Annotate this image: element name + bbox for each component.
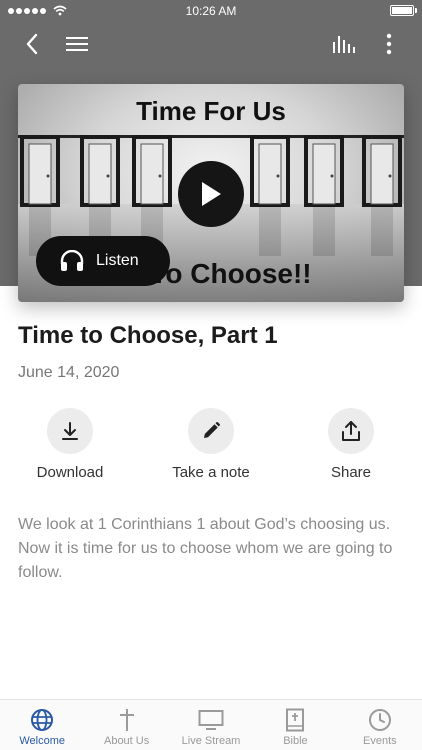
share-action[interactable]: Share bbox=[291, 408, 411, 481]
clock-icon bbox=[368, 709, 391, 731]
play-icon bbox=[202, 182, 221, 206]
more-vertical-icon bbox=[386, 33, 392, 55]
audio-levels-icon bbox=[333, 36, 355, 53]
take-note-action[interactable]: Take a note bbox=[151, 408, 271, 481]
listen-button[interactable]: Listen bbox=[36, 236, 170, 286]
chevron-left-icon bbox=[26, 33, 38, 55]
tab-bar: Welcome About Us Live Stream Bible Event… bbox=[0, 699, 422, 750]
status-time: 10:26 AM bbox=[185, 4, 237, 18]
status-bar: 10:26 AM bbox=[0, 0, 422, 22]
tab-about-us-label: About Us bbox=[103, 735, 150, 747]
tab-live-stream[interactable]: Live Stream bbox=[169, 700, 253, 750]
globe-icon bbox=[31, 709, 54, 731]
sermon-title: Time to Choose, Part 1 bbox=[18, 322, 278, 349]
audio-levels-button[interactable] bbox=[328, 28, 360, 60]
menu-button[interactable] bbox=[61, 28, 93, 60]
more-options-button[interactable] bbox=[373, 28, 405, 60]
hamburger-menu-icon bbox=[66, 37, 88, 51]
tab-about-us[interactable]: About Us bbox=[84, 700, 168, 750]
download-button[interactable] bbox=[47, 408, 93, 454]
tab-bible[interactable]: Bible bbox=[253, 700, 337, 750]
play-button[interactable] bbox=[178, 161, 244, 227]
download-label: Download bbox=[36, 464, 104, 481]
sermon-description: We look at 1 Corinthians 1 about God’s c… bbox=[18, 516, 393, 581]
share-button[interactable] bbox=[328, 408, 374, 454]
tab-events[interactable]: Events bbox=[338, 700, 422, 750]
download-action[interactable]: Download bbox=[10, 408, 130, 481]
take-note-button[interactable] bbox=[188, 408, 234, 454]
tab-welcome[interactable]: Welcome bbox=[0, 700, 84, 750]
battery-icon bbox=[390, 5, 414, 16]
take-note-label: Take a note bbox=[172, 464, 250, 481]
tab-live-stream-label: Live Stream bbox=[181, 735, 241, 747]
back-button[interactable] bbox=[16, 28, 48, 60]
tab-events-label: Events bbox=[363, 735, 397, 747]
listen-label: Listen bbox=[96, 252, 139, 269]
share-icon bbox=[342, 421, 360, 441]
tab-welcome-label: Welcome bbox=[19, 735, 66, 747]
monitor-icon bbox=[198, 710, 224, 730]
sermon-date: June 14, 2020 bbox=[18, 364, 120, 381]
nav-bar bbox=[0, 22, 422, 66]
artwork-title: Time For Us bbox=[136, 96, 286, 126]
pencil-icon bbox=[204, 421, 221, 438]
cross-icon bbox=[119, 709, 134, 731]
headphones-icon bbox=[60, 250, 84, 271]
share-label: Share bbox=[330, 464, 372, 481]
bible-icon bbox=[286, 708, 305, 732]
tab-bible-label: Bible bbox=[283, 735, 308, 747]
download-icon bbox=[62, 422, 78, 440]
